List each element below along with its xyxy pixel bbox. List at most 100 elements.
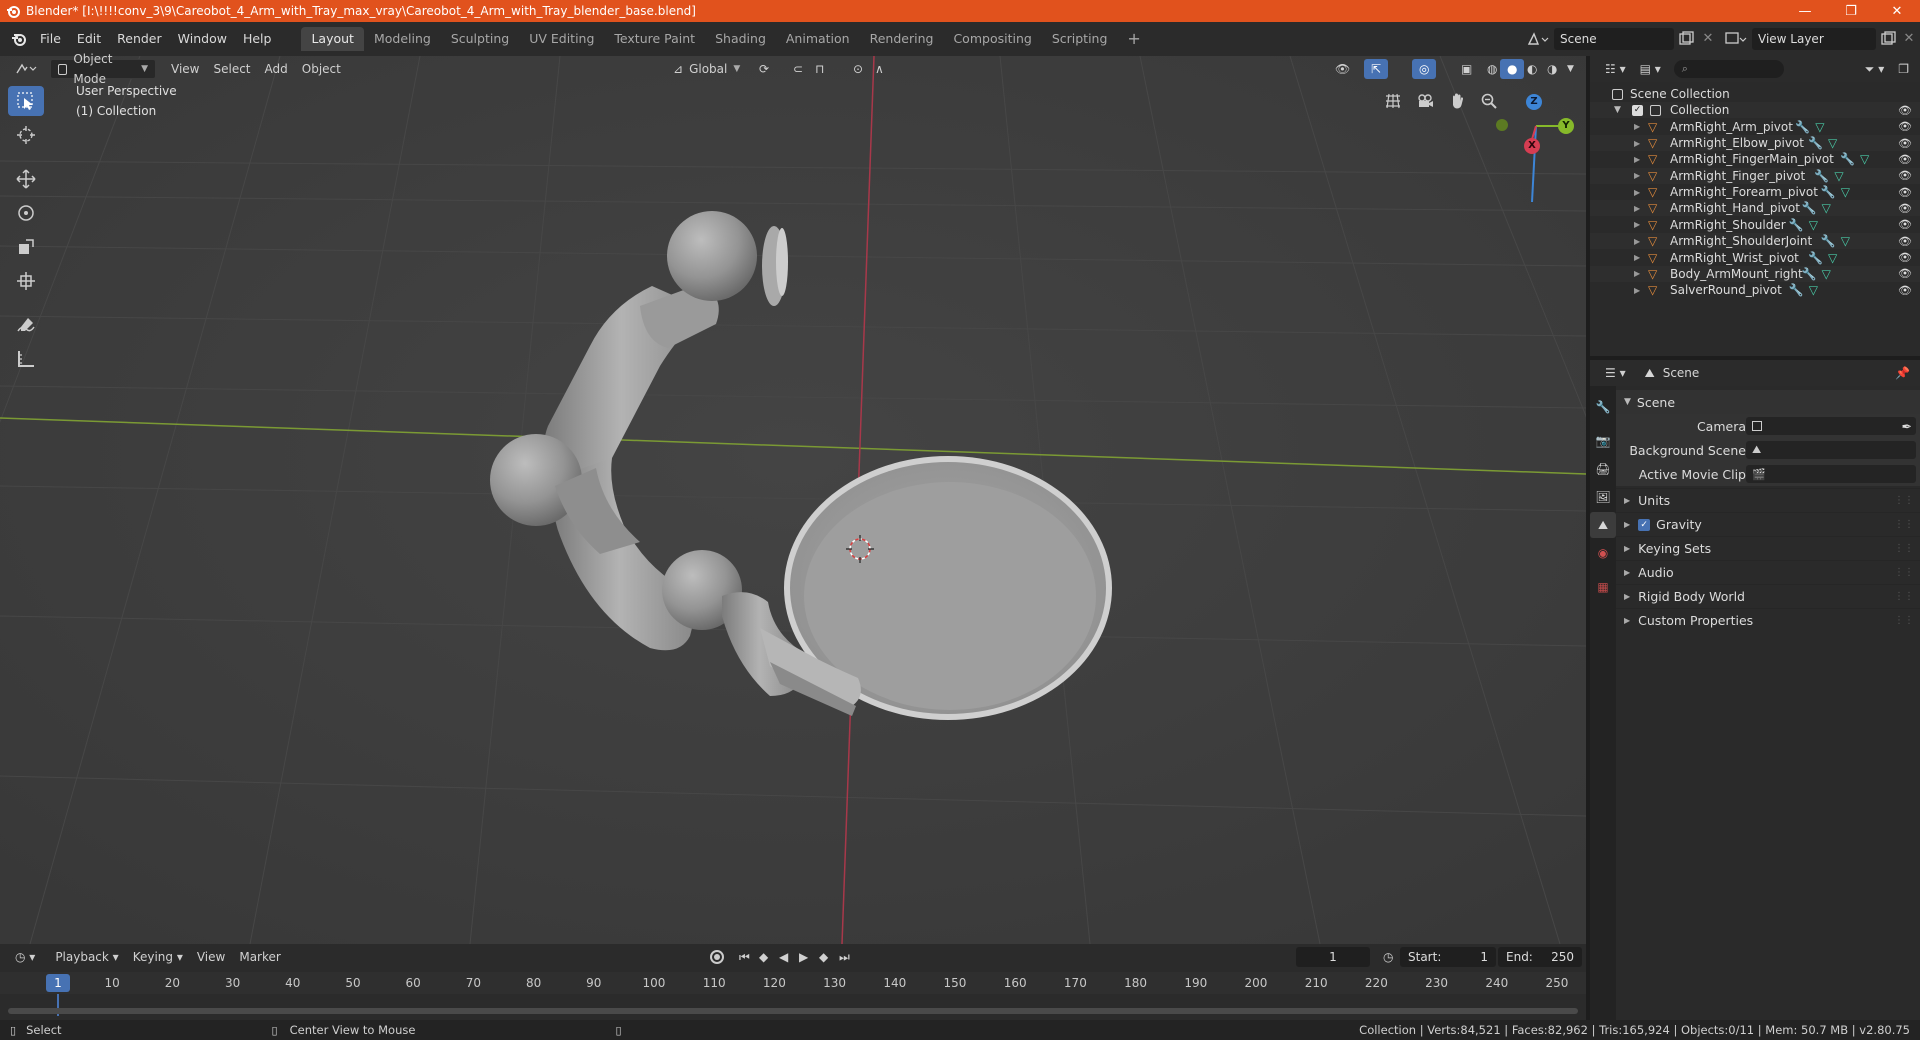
proportional-edit-icon[interactable]: ⊙ — [846, 59, 870, 79]
properties-editor-type-icon[interactable]: ☰ ▾ — [1598, 363, 1633, 383]
editor-type-button[interactable] — [8, 59, 46, 79]
outliner-object-row[interactable]: ▶ ▽ ArmRight_Elbow_pivot 🔧 ▽ 👁 — [1590, 135, 1920, 152]
modifier-wrench-icon[interactable]: 🔧 — [1821, 185, 1836, 199]
new-scene-icon[interactable] — [1676, 29, 1696, 49]
falloff-icon[interactable]: ∧ — [868, 59, 891, 79]
expand-arrow-icon[interactable]: ▶ — [1634, 139, 1640, 148]
render-properties-tab[interactable]: 📷 — [1590, 428, 1616, 454]
tab-modeling[interactable]: Modeling — [364, 27, 441, 51]
select-box-tool[interactable] — [8, 86, 44, 116]
scene-properties-tab[interactable]: ⛰ — [1590, 512, 1616, 538]
tab-layout[interactable]: Layout — [301, 27, 364, 51]
tab-sculpting[interactable]: Sculpting — [441, 27, 519, 51]
tab-uv-editing[interactable]: UV Editing — [519, 27, 604, 51]
outliner-object-row[interactable]: ▶ ▽ ArmRight_Hand_pivot 🔧 ▽ 👁 — [1590, 200, 1920, 217]
zoom-view-icon[interactable] — [1476, 88, 1502, 114]
jump-end-icon[interactable]: ⏭ — [832, 947, 857, 967]
modifier-wrench-icon[interactable]: 🔧 — [1814, 169, 1829, 183]
camera-field[interactable]: ✒ — [1746, 417, 1916, 435]
delete-scene-icon[interactable]: ✕ — [1698, 29, 1718, 49]
visibility-eye-icon[interactable]: 👁 — [1898, 153, 1912, 166]
move-tool[interactable] — [8, 164, 44, 194]
transform-orientation-dropdown[interactable]: ⊿ Global ▼ — [666, 59, 747, 79]
object-mode-dropdown[interactable]: Object Mode ▼ — [50, 52, 156, 86]
visibility-eye-icon[interactable]: 👁 — [1898, 137, 1912, 150]
modifier-wrench-icon[interactable]: 🔧 — [1840, 152, 1855, 166]
menu-edit[interactable]: Edit — [69, 28, 109, 50]
timeline-menu-playback[interactable]: Playback ▾ — [48, 947, 125, 967]
current-frame-field[interactable]: 1 — [1296, 947, 1370, 967]
gizmo-neg-y-dot[interactable] — [1496, 119, 1508, 131]
viewport-menu-select[interactable]: Select — [206, 59, 257, 79]
background-scene-field[interactable]: ⛰ — [1746, 441, 1916, 459]
viewport-menu-object[interactable]: Object — [295, 59, 348, 79]
tab-animation[interactable]: Animation — [776, 27, 860, 51]
3d-viewport[interactable]: Z Y X User Perspective (1) Collection — [0, 56, 1586, 944]
expand-arrow-icon[interactable]: ▶ — [1634, 122, 1640, 131]
outliner-object-row[interactable]: ▶ ▽ ArmRight_Shoulder 🔧 ▽ 👁 — [1590, 217, 1920, 233]
modifier-wrench-icon[interactable]: 🔧 — [1808, 136, 1823, 150]
visibility-eye-icon[interactable]: 👁 — [1898, 169, 1912, 182]
world-properties-tab[interactable]: ◉ — [1590, 540, 1616, 566]
timeline-menu-view[interactable]: View — [190, 947, 232, 967]
display-mode-icon[interactable]: ▤ ▾ — [1633, 59, 1668, 79]
mesh-data-icon[interactable]: ▽ — [1822, 267, 1831, 281]
tab-scripting[interactable]: Scripting — [1042, 27, 1118, 51]
mesh-data-icon[interactable]: ▽ — [1841, 234, 1850, 248]
tool-properties-tab[interactable]: 🔧 — [1590, 394, 1616, 420]
end-frame-field[interactable]: End: 250 — [1498, 947, 1582, 967]
drag-handle-icon[interactable]: ⋮⋮ — [1894, 591, 1914, 602]
restore-button[interactable]: ❐ — [1828, 0, 1874, 22]
subpanel-gravity[interactable]: ▶ ✓ Gravity ⋮⋮ — [1616, 512, 1920, 536]
subpanel-keying-sets[interactable]: ▶ Keying Sets ⋮⋮ — [1616, 536, 1920, 560]
use-preview-range-icon[interactable]: ◷ — [1376, 947, 1400, 967]
pin-icon[interactable]: 📌 — [1895, 366, 1910, 380]
new-collection-icon[interactable]: ❐ — [1891, 59, 1916, 79]
scene-selector[interactable]: Scene — [1554, 28, 1674, 50]
start-frame-field[interactable]: Start: 1 — [1400, 947, 1496, 967]
expand-arrow-icon[interactable]: ▶ — [1634, 269, 1640, 278]
overlay-toggle-icon[interactable]: ◎ — [1412, 59, 1437, 79]
snap-toggle-icon[interactable]: ⊂ — [786, 59, 810, 79]
record-button[interactable] — [710, 950, 724, 964]
scene-panel-header[interactable]: ▼ Scene — [1616, 390, 1920, 414]
close-button[interactable]: ✕ — [1874, 0, 1920, 22]
visibility-eye-icon[interactable]: 👁 — [1898, 202, 1912, 215]
visibility-eye-icon[interactable]: 👁 — [1898, 104, 1912, 117]
subpanel-custom-properties[interactable]: ▶ Custom Properties ⋮⋮ — [1616, 608, 1920, 632]
visibility-eye-icon[interactable]: 👁 — [1898, 218, 1912, 231]
outliner-object-row[interactable]: ▶ ▽ ArmRight_Forearm_pivot 🔧 ▽ 👁 — [1590, 184, 1920, 200]
gizmo-z-icon[interactable]: Z — [1526, 94, 1542, 110]
outliner-search-input[interactable]: ⌕ — [1673, 60, 1784, 78]
minimize-button[interactable]: — — [1782, 0, 1828, 22]
mesh-data-icon[interactable]: ▽ — [1834, 169, 1843, 183]
grid-view-icon[interactable] — [1380, 88, 1406, 114]
expand-arrow-icon[interactable]: ▼ — [1614, 105, 1621, 115]
subpanel-rigid-body-world[interactable]: ▶ Rigid Body World ⋮⋮ — [1616, 584, 1920, 608]
outliner-object-row[interactable]: ▶ ▽ ArmRight_Wrist_pivot 🔧 ▽ 👁 — [1590, 250, 1920, 266]
modifier-wrench-icon[interactable]: 🔧 — [1789, 283, 1804, 297]
menu-window[interactable]: Window — [170, 28, 235, 50]
mesh-data-icon[interactable]: ▽ — [1828, 251, 1837, 265]
visibility-eye-icon[interactable]: 👁 — [1898, 251, 1912, 264]
outliner-object-row[interactable]: ▶ ▽ Body_ArmMount_right 🔧 ▽ 👁 — [1590, 265, 1920, 282]
view-object-types-icon[interactable]: 👁 — [1328, 59, 1357, 79]
blender-menu-icon[interactable] — [6, 28, 32, 50]
mesh-data-icon[interactable]: ▽ — [1841, 185, 1850, 199]
gizmo-x-icon[interactable]: X — [1524, 138, 1540, 154]
camera-view-icon[interactable] — [1412, 88, 1438, 114]
timeline-menu-marker[interactable]: Marker — [232, 947, 287, 967]
view-layer-type-icon[interactable] — [1724, 30, 1748, 48]
new-view-layer-icon[interactable] — [1878, 29, 1898, 49]
annotate-tool[interactable] — [8, 310, 44, 340]
rotate-tool[interactable] — [8, 198, 44, 228]
subpanel-audio[interactable]: ▶ Audio ⋮⋮ — [1616, 560, 1920, 584]
gravity-checkbox[interactable]: ✓ — [1638, 518, 1651, 531]
cursor-tool[interactable] — [8, 120, 44, 150]
outliner-object-row[interactable]: ▶ ▽ ArmRight_ShoulderJoint 🔧 ▽ 👁 — [1590, 233, 1920, 250]
active-movie-clip-field[interactable]: 🎬 — [1746, 465, 1916, 483]
snap-target-icon[interactable]: ⊓ — [808, 59, 831, 79]
visibility-eye-icon[interactable]: 👁 — [1898, 267, 1912, 280]
mesh-data-icon[interactable]: ▽ — [1809, 218, 1818, 232]
outliner-object-row[interactable]: ▶ ▽ ArmRight_Arm_pivot 🔧 ▽ 👁 — [1590, 119, 1920, 135]
